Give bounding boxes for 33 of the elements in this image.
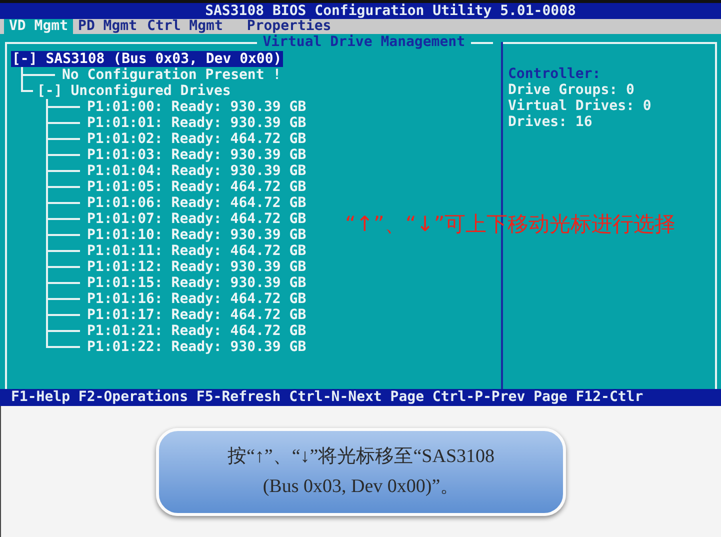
tree-item[interactable]: P1:01:11: Ready: 464.72 GB: [86, 243, 308, 259]
tree-item[interactable]: [-] Unconfigured Drives: [36, 83, 232, 99]
tree-item[interactable]: P1:01:22: Ready: 930.39 GB: [86, 339, 308, 355]
tree-item[interactable]: P1:01:04: Ready: 930.39 GB: [86, 163, 308, 179]
info-text: Drives: 16: [508, 114, 594, 130]
tab[interactable]: PD Mgmt: [73, 19, 142, 34]
tree-item[interactable]: P1:01:05: Ready: 464.72 GB: [86, 179, 308, 195]
tree-item[interactable]: P1:01:15: Ready: 930.39 GB: [86, 275, 308, 291]
tree-item[interactable]: P1:01:01: Ready: 930.39 GB: [86, 115, 308, 131]
tree-item[interactable]: P1:01:02: Ready: 464.72 GB: [86, 131, 308, 147]
tree-item[interactable]: P1:01:21: Ready: 464.72 GB: [86, 323, 308, 339]
tree-item[interactable]: P1:01:10: Ready: 930.39 GB: [86, 227, 308, 243]
tab[interactable]: Ctrl Mgmt: [142, 19, 228, 34]
tab[interactable]: VD Mgmt: [4, 19, 74, 34]
tab[interactable]: Properties: [242, 19, 336, 34]
tree-item[interactable]: [-] SAS3108 (Bus 0x03, Dev 0x00): [11, 51, 283, 67]
tree-item[interactable]: No Configuration Present !: [61, 67, 282, 83]
panel-title: Virtual Drive Management: [256, 34, 471, 50]
annotation-text: “↑”、“↓”可上下移动光标进行选择: [345, 211, 676, 238]
tree-item[interactable]: P1:01:03: Ready: 930.39 GB: [86, 147, 308, 163]
tree-item[interactable]: P1:01:12: Ready: 930.39 GB: [86, 259, 308, 275]
tree-item[interactable]: P1:01:00: Ready: 930.39 GB: [86, 99, 308, 115]
callout-text: (Bus 0x03, Dev 0x00)”。: [262, 475, 460, 499]
tree-item[interactable]: P1:01:07: Ready: 464.72 GB: [86, 211, 308, 227]
tree-item[interactable]: P1:01:16: Ready: 464.72 GB: [86, 291, 308, 307]
window-title: SAS3108 BIOS Configuration Utility 5.01-0008: [0, 3, 721, 19]
status-bar: F1-Help F2-Operations F5-Refresh Ctrl-N-Next Page Ctrl-P-Prev Page F12-Ctlr: [0, 389, 721, 406]
info-text: Virtual Drives: 0: [508, 98, 652, 114]
info-text: Drive Groups: 0: [508, 82, 636, 98]
callout-text: 按“↑”、“↓”将光标移至“SAS3108: [227, 445, 495, 469]
tree-item[interactable]: P1:01:17: Ready: 464.72 GB: [86, 307, 308, 323]
info-heading: Controller:: [508, 66, 602, 82]
tree-item[interactable]: P1:01:06: Ready: 464.72 GB: [86, 195, 308, 211]
